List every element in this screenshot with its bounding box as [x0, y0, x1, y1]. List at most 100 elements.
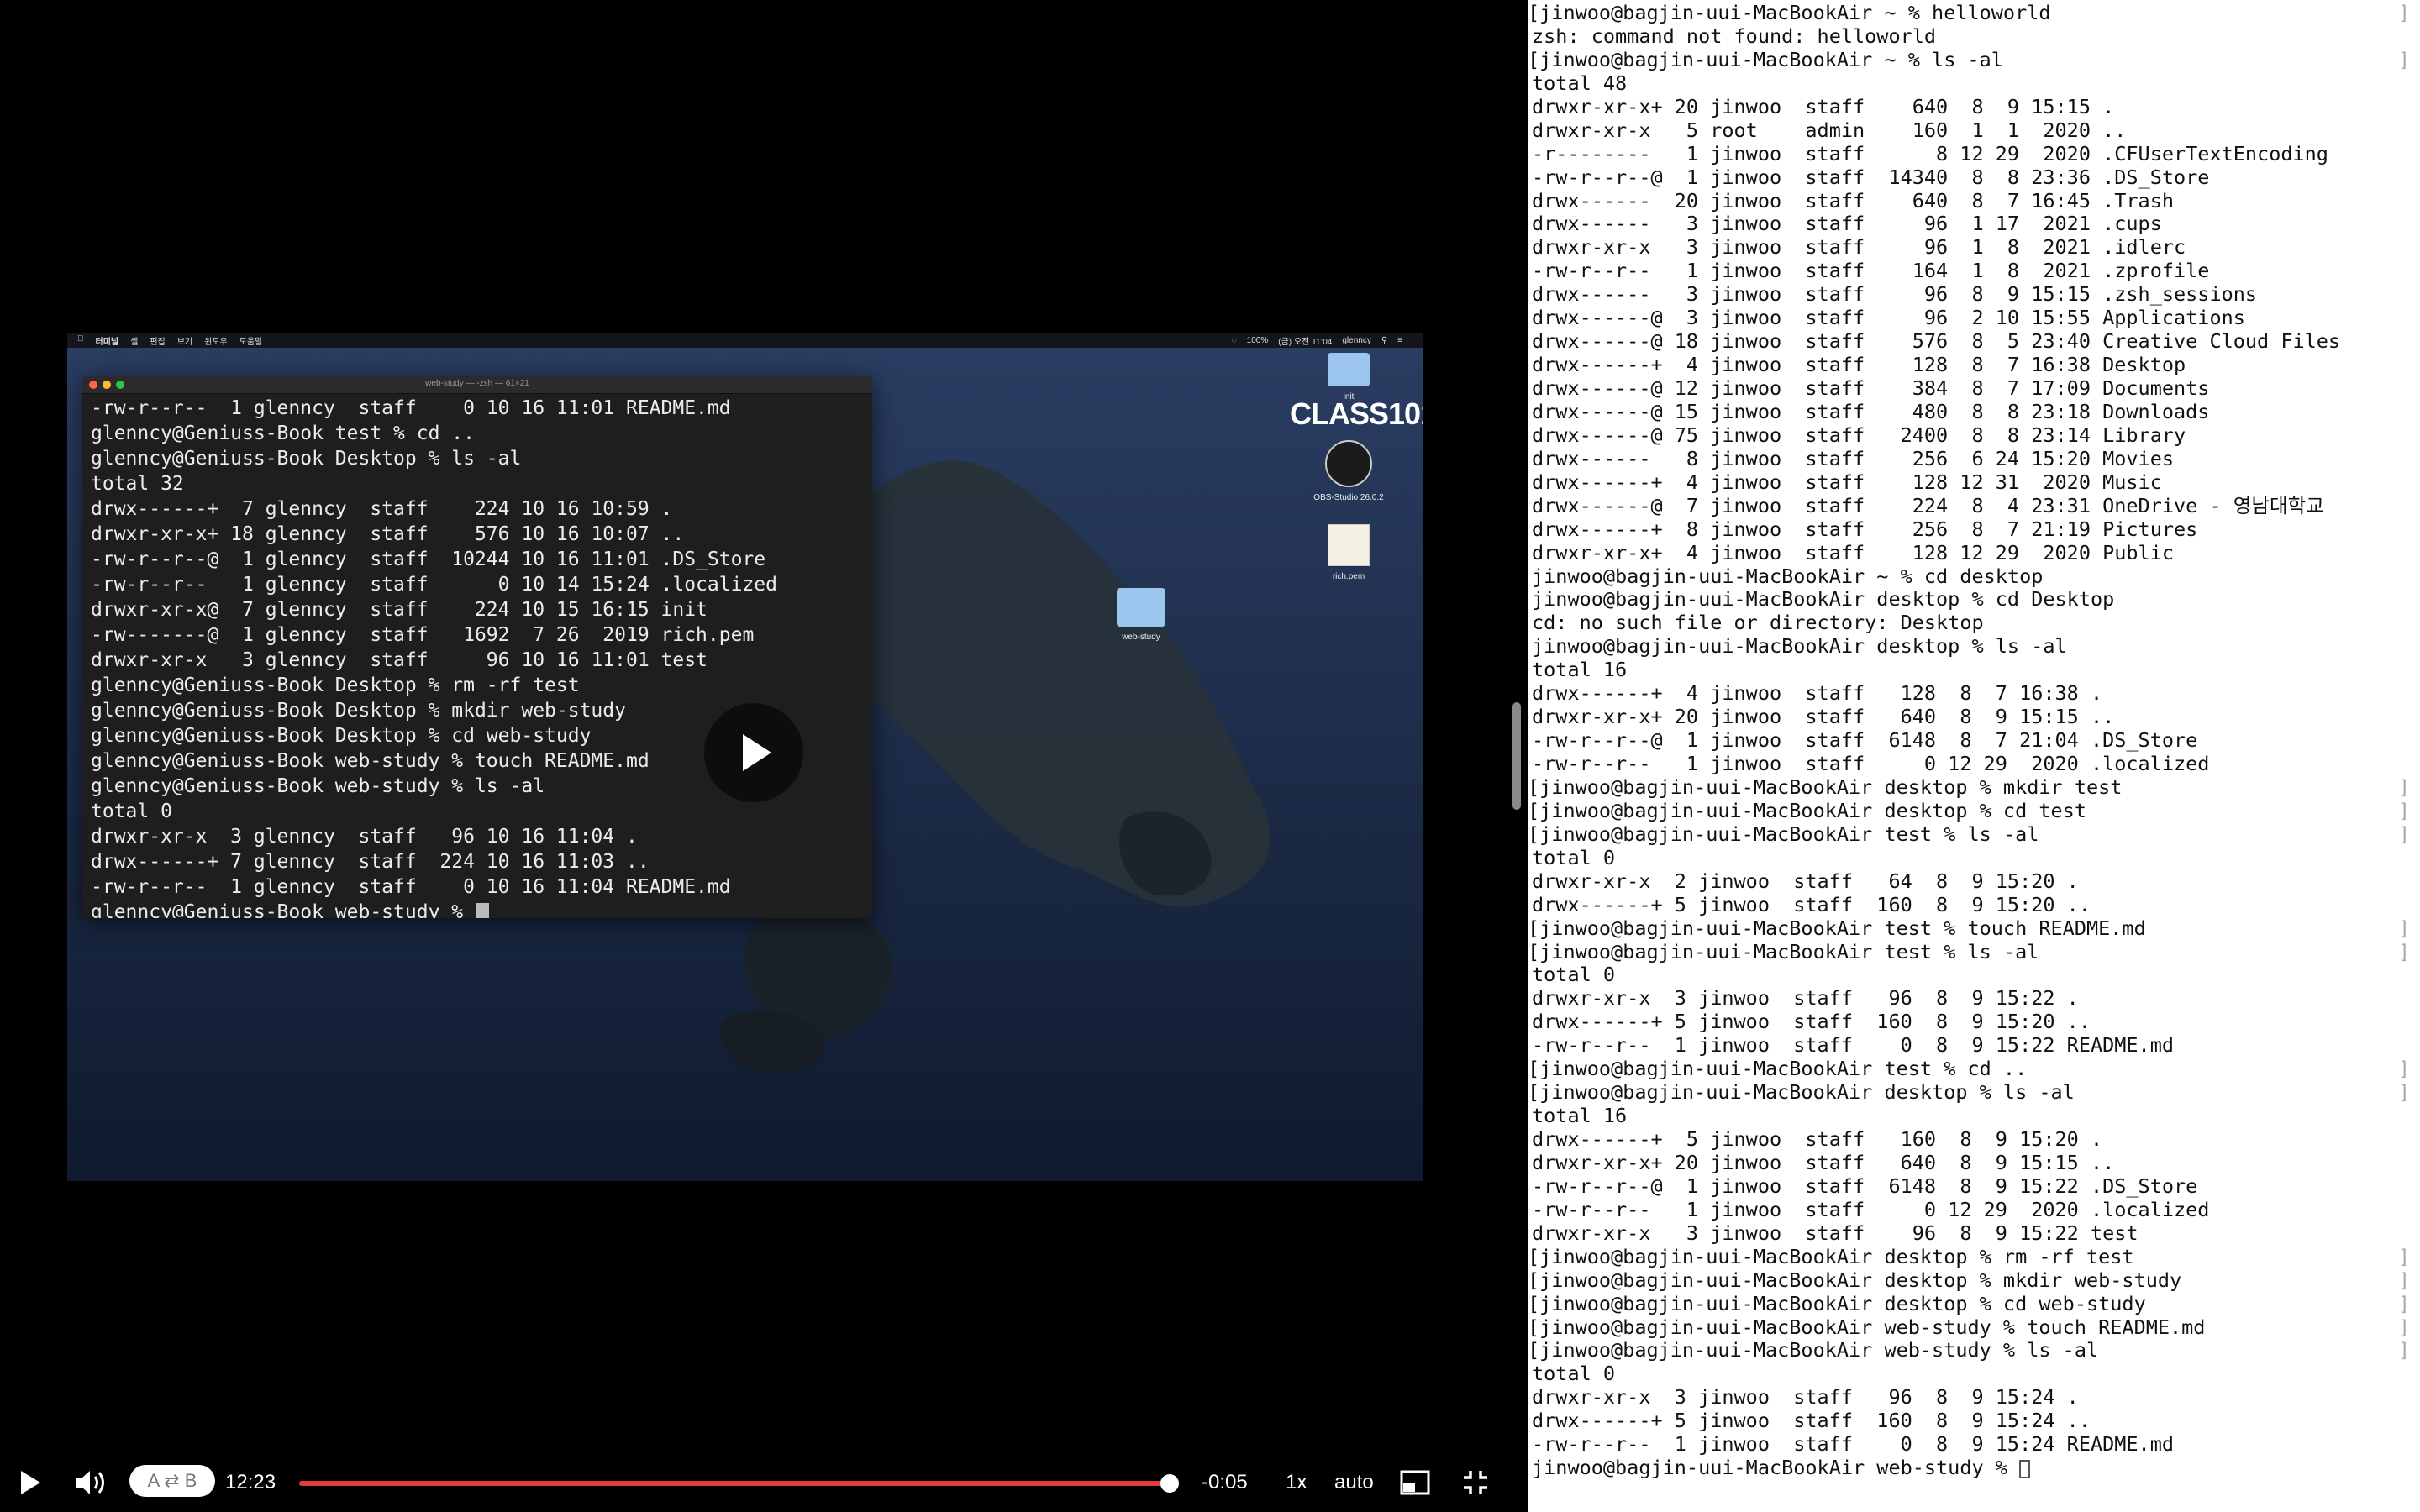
progress-fill: [299, 1481, 1170, 1486]
terminal-line: drwx------@ 7 jinwoo staff 224 8 4 23:31…: [1532, 494, 2324, 517]
right-terminal-output[interactable]: jinwoo@bagjin-uui-MacBookAir ~ % hellowo…: [1528, 2, 2410, 1480]
progress-bar[interactable]: [299, 1474, 1179, 1493]
desktop-icon-label: rich.pem: [1332, 572, 1365, 581]
terminal-line: drwx------@ 12 jinwoo staff 384 8 7 17:0…: [1532, 377, 2210, 400]
terminal-line: drwxr-xr-x 5 root admin 160 1 1 2020 ..: [1532, 118, 2127, 142]
terminal-title: web-study — -zsh — 61×21: [425, 379, 529, 388]
folder-icon: [1117, 588, 1165, 627]
desktop-icon-label: web-study: [1122, 633, 1160, 642]
video-frame[interactable]:  터미널 셸 편집 보기 윈도우 도움말 ◌ 100% (금) 오전 11:0…: [67, 333, 1423, 1181]
terminal-line: -rw-r--r--@ 1 jinwoo staff 6148 8 7 21:0…: [1532, 729, 2198, 753]
scrollbar[interactable]: [1512, 702, 1521, 810]
terminal-line: -rw-r--r-- 1 jinwoo staff 0 12 29 2020 .…: [1532, 1198, 2210, 1221]
terminal-line: jinwoo@bagjin-uui-MacBookAir desktop % m…: [1528, 776, 2410, 800]
menubar-item: 셸: [124, 337, 138, 347]
terminal-line: drwxr-xr-x 2 jinwoo staff 64 8 9 15:20 .: [1532, 869, 2079, 893]
terminal-line: drwxr-xr-x+ 20 jinwoo staff 640 8 9 15:1…: [1532, 706, 2115, 729]
search-icon: ⚲: [1381, 335, 1388, 345]
terminal-line: drwxr-xr-x+ 4 jinwoo staff 128 12 29 202…: [1532, 541, 2175, 564]
pip-icon: [1400, 1470, 1430, 1495]
ab-repeat-button[interactable]: A ⇄ B: [129, 1465, 215, 1497]
terminal-line: drwxr-xr-x 3 jinwoo staff 96 8 9 15:24 .: [1532, 1386, 2079, 1410]
terminal-line: drwxr-xr-x 3 glenncy staff 96 10 16 11:0…: [91, 826, 638, 848]
terminal-line: -rw-------@ 1 glenncy staff 1692 7 26 20…: [91, 624, 755, 646]
menubar-item: 윈도우: [197, 337, 228, 347]
menubar-item: 편집: [143, 337, 165, 347]
text-cursor: [476, 902, 489, 918]
terminal-line: drwx------+ 8 jinwoo staff 256 8 7 21:19…: [1532, 517, 2198, 541]
terminal-line: drwxr-xr-x 3 jinwoo staff 96 1 8 2021 .i…: [1532, 236, 2186, 260]
terminal-line: drwx------+ 5 jinwoo staff 160 8 9 15:20…: [1532, 893, 2091, 916]
terminal-line: drwx------ 8 jinwoo staff 256 6 24 15:20…: [1532, 447, 2175, 470]
play-overlay-button[interactable]: [704, 703, 803, 802]
terminal-line: jinwoo@bagjin-uui-MacBookAir desktop % r…: [1528, 1246, 2410, 1269]
volume-icon: [76, 1471, 104, 1494]
terminal-line: jinwoo@bagjin-uui-MacBookAir test % ls -…: [1528, 941, 2410, 964]
terminal-line: drwx------+ 4 jinwoo staff 128 8 7 16:38…: [1532, 354, 2186, 377]
exit-fullscreen-icon: [1464, 1471, 1487, 1494]
terminal-line: -rw-r--r--@ 1 jinwoo staff 14340 8 8 23:…: [1532, 165, 2210, 189]
desktop-icon-obs[interactable]: OBS-Studio 26.0.2: [1302, 440, 1395, 502]
progress-knob[interactable]: [1160, 1474, 1179, 1493]
terminal-line: drwxr-xr-x+ 20 jinwoo staff 640 8 9 15:1…: [1532, 1151, 2115, 1174]
list-icon: ≡: [1397, 335, 1402, 345]
terminal-line: -rw-r--r-- 1 jinwoo staff 0 8 9 15:24 RE…: [1532, 1433, 2175, 1457]
terminal-line: drwxr-xr-x+ 20 jinwoo staff 640 8 9 15:1…: [1532, 95, 2115, 118]
terminal-line: drwx------ 20 jinwoo staff 640 8 7 16:45…: [1532, 189, 2175, 213]
terminal-line: drwx------ 3 jinwoo staff 96 1 17 2021 .…: [1532, 213, 2162, 236]
terminal-line: -rw-r--r-- 1 glenncy staff 0 10 16 11:04…: [91, 876, 731, 898]
terminal-line: -rw-r--r-- 1 glenncy staff 0 10 16 11:01…: [91, 397, 731, 419]
video-player[interactable]:  터미널 셸 편집 보기 윈도우 도움말 ◌ 100% (금) 오전 11:0…: [0, 0, 1528, 1512]
terminal-line: total 0: [1532, 963, 1616, 987]
desktop-icon-web-study[interactable]: web-study: [1095, 588, 1187, 642]
terminal-line: drwx------+ 7 glenncy staff 224 10 16 11…: [91, 851, 650, 873]
terminal-line: zsh: command not found: helloworld: [1532, 24, 1937, 48]
terminal-line: total 0: [1532, 1362, 1616, 1386]
terminal-window[interactable]: web-study — -zsh — 61×21 -rw-r--r-- 1 gl…: [82, 376, 872, 918]
terminal-line: cd: no such file or directory: Desktop: [1532, 612, 1984, 635]
pip-button[interactable]: [1400, 1463, 1430, 1502]
quality-button[interactable]: auto: [1334, 1463, 1374, 1502]
terminal-line: drwxr-xr-x@ 7 glenncy staff 224 10 15 16…: [91, 599, 708, 621]
right-terminal[interactable]: jinwoo@bagjin-uui-MacBookAir ~ % hellowo…: [1512, 0, 2420, 1512]
terminal-line: drwxr-xr-x 3 glenncy staff 96 10 16 11:0…: [91, 649, 708, 671]
terminal-line: total 32: [91, 473, 184, 495]
terminal-line: jinwoo@bagjin-uui-MacBookAir desktop % m…: [1528, 1269, 2410, 1293]
terminal-line: drwx------+ 5 jinwoo staff 160 8 9 15:20…: [1532, 1011, 2091, 1034]
remaining-time: -0:05: [1202, 1471, 1248, 1494]
terminal-line: -rw-r--r-- 1 jinwoo staff 0 12 29 2020 .…: [1532, 753, 2210, 775]
terminal-titlebar[interactable]: web-study — -zsh — 61×21: [82, 376, 872, 394]
terminal-line: total 16: [1532, 659, 1628, 682]
menubar-item: 보기: [171, 337, 192, 347]
play-icon: [743, 734, 771, 771]
terminal-line: total 0: [91, 801, 172, 822]
menubar-item: 도움말: [233, 337, 263, 347]
battery-label: 100%: [1246, 335, 1269, 345]
speed-button[interactable]: 1x: [1286, 1463, 1307, 1502]
terminal-line: jinwoo@bagjin-uui-MacBookAir desktop % c…: [1532, 588, 2115, 612]
obs-icon: [1325, 440, 1372, 487]
terminal-line: drwxr-xr-x 3 jinwoo staff 96 8 9 15:22 .: [1532, 987, 2079, 1011]
terminal-line: jinwoo@bagjin-uui-MacBookAir web-study %: [1528, 1457, 2410, 1480]
terminal-line: jinwoo@bagjin-uui-MacBookAir desktop % l…: [1532, 635, 2067, 659]
terminal-line: jinwoo@bagjin-uui-MacBookAir desktop % c…: [1528, 1293, 2410, 1316]
exit-fullscreen-button[interactable]: [1462, 1463, 1489, 1502]
terminal-line: drwx------@ 18 jinwoo staff 576 8 5 23:4…: [1532, 330, 2341, 354]
terminal-line: total 0: [1532, 846, 1616, 869]
terminal-line: drwx------@ 3 jinwoo staff 96 2 10 15:55…: [1532, 307, 2245, 330]
play-button[interactable]: [18, 1463, 42, 1502]
terminal-line: total 48: [1532, 71, 1628, 95]
terminal-line: drwx------+ 7 glenncy staff 224 10 16 10…: [91, 498, 673, 520]
terminal-line: drwx------+ 5 jinwoo staff 160 8 9 15:24…: [1532, 1410, 2091, 1433]
terminal-line: glenncy@Geniuss-Book Desktop % ls -al: [91, 448, 522, 470]
volume-button[interactable]: [74, 1463, 108, 1502]
current-time: 12:23: [225, 1471, 276, 1494]
desktop-icon-init[interactable]: init: [1302, 353, 1395, 402]
desktop-icon-rich-pem[interactable]: rich.pem: [1302, 524, 1395, 581]
terminal-line: drwx------+ 4 jinwoo staff 128 8 7 16:38…: [1532, 682, 2103, 706]
menubar-app: 터미널: [89, 337, 119, 347]
terminal-output[interactable]: -rw-r--r-- 1 glenncy staff 0 10 16 11:01…: [82, 394, 872, 918]
mac-menubar:  터미널 셸 편집 보기 윈도우 도움말 ◌ 100% (금) 오전 11:0…: [67, 333, 1423, 348]
terminal-line: glenncy@Geniuss-Book Desktop % rm -rf te…: [91, 675, 580, 696]
terminal-line: -rw-r--r-- 1 jinwoo staff 164 1 8 2021 .…: [1532, 260, 2210, 283]
